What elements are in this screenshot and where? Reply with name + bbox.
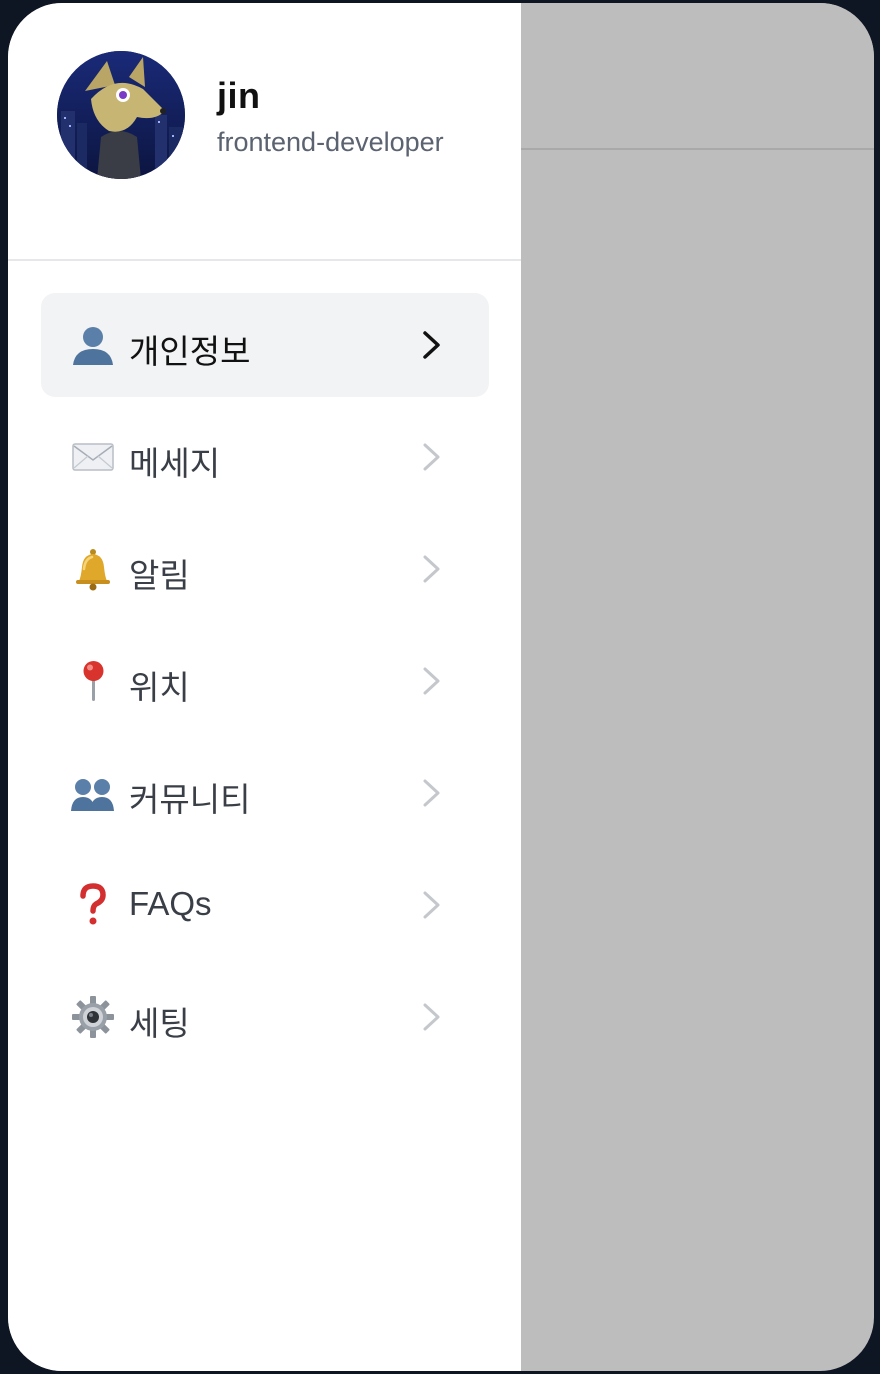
chevron-right-icon bbox=[421, 329, 443, 361]
menu-item-label: 커뮤니티 bbox=[129, 781, 251, 818]
envelope-icon bbox=[71, 435, 115, 479]
menu-item-faqs[interactable]: FAQs bbox=[41, 853, 489, 957]
users-icon bbox=[71, 771, 115, 815]
profile-name: jin bbox=[217, 75, 261, 116]
menu-item-label: FAQs bbox=[129, 885, 212, 922]
side-drawer: jin frontend-developer 개인정보 메세지 알림 위치 커뮤… bbox=[8, 3, 521, 1371]
user-icon bbox=[71, 323, 115, 367]
menu-item-label: 알림 bbox=[129, 557, 190, 594]
menu-item-location[interactable]: 위치 bbox=[41, 629, 489, 733]
question-icon bbox=[71, 883, 115, 927]
app-screen: jin frontend-developer 개인정보 메세지 알림 위치 커뮤… bbox=[8, 3, 874, 1371]
menu-item-community[interactable]: 커뮤니티 bbox=[41, 741, 489, 845]
pushpin-icon bbox=[71, 659, 115, 703]
gear-icon bbox=[71, 995, 115, 1039]
menu-item-notifications[interactable]: 알림 bbox=[41, 517, 489, 621]
drawer-menu: 개인정보 메세지 알림 위치 커뮤니티 FAQs 세팅 bbox=[41, 293, 489, 1077]
profile-role: frontend-developer bbox=[217, 127, 444, 157]
menu-item-label: 세팅 bbox=[129, 1005, 190, 1042]
chevron-right-icon bbox=[421, 1001, 443, 1033]
chevron-right-icon bbox=[421, 665, 443, 697]
chevron-right-icon bbox=[421, 553, 443, 585]
menu-item-settings[interactable]: 세팅 bbox=[41, 965, 489, 1069]
chevron-right-icon bbox=[421, 441, 443, 473]
menu-item-messages[interactable]: 메세지 bbox=[41, 405, 489, 509]
chevron-right-icon bbox=[421, 889, 443, 921]
profile-header: jin frontend-developer bbox=[8, 3, 521, 261]
avatar[interactable] bbox=[57, 51, 185, 179]
menu-item-label: 위치 bbox=[129, 669, 190, 706]
chevron-right-icon bbox=[421, 777, 443, 809]
menu-item-label: 메세지 bbox=[129, 445, 221, 482]
menu-item-label: 개인정보 bbox=[129, 333, 251, 370]
bell-icon bbox=[71, 547, 115, 591]
menu-item-personal-info[interactable]: 개인정보 bbox=[41, 293, 489, 397]
backdrop-header bbox=[521, 3, 874, 150]
